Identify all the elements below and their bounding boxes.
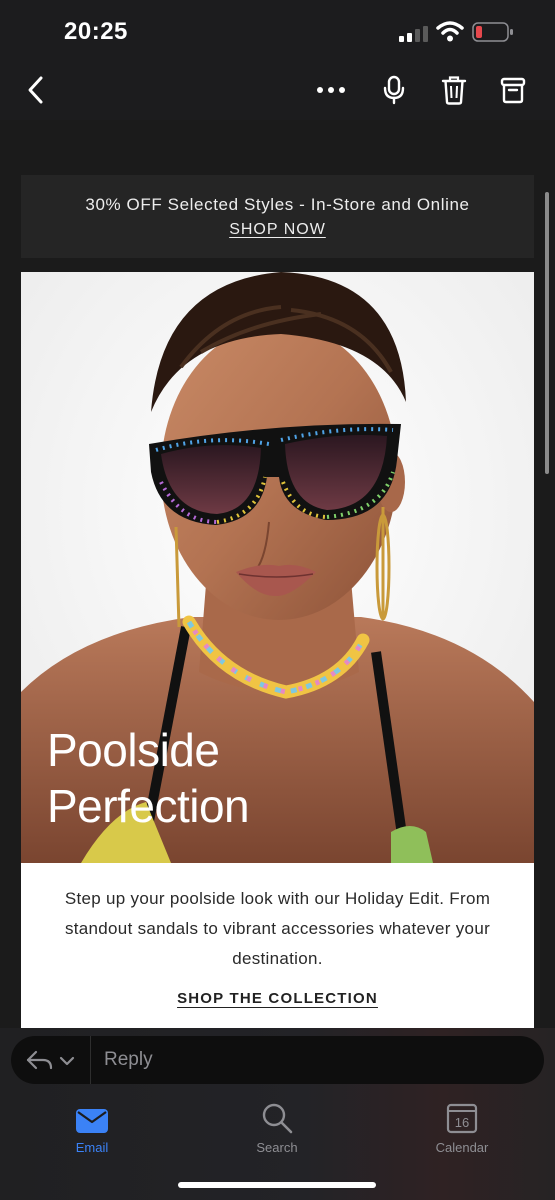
reply-arrow-icon (26, 1050, 53, 1070)
battery-low-icon (472, 22, 513, 42)
email-toolbar (0, 62, 555, 120)
back-chevron-icon (28, 76, 43, 104)
calendar-icon: 16 (446, 1103, 478, 1134)
envelope-icon (76, 1109, 108, 1133)
tab-search-label: Search (256, 1140, 298, 1155)
tab-email-label: Email (75, 1140, 109, 1155)
microphone-icon (383, 75, 405, 105)
reply-divider (90, 1036, 91, 1084)
trash-icon (441, 76, 467, 105)
reply-options-button[interactable] (25, 1048, 83, 1074)
wifi-icon (436, 21, 464, 42)
chevron-down-icon (59, 1056, 75, 1066)
email-copy-section: Step up your poolside look with our Holi… (21, 863, 534, 1028)
bottom-panel: Reply Email Search 16 Calendar (0, 1028, 555, 1200)
voice-button[interactable] (374, 70, 414, 110)
promo-banner: 30% OFF Selected Styles - In-Store and O… (21, 175, 534, 258)
reply-bar[interactable]: Reply (11, 1036, 544, 1084)
status-bar: 20:25 (0, 0, 555, 62)
tab-email[interactable]: Email (42, 1100, 142, 1155)
more-options-button[interactable] (311, 70, 351, 110)
hero-title: Poolside Perfection (47, 722, 250, 834)
email-body-text: Step up your poolside look with our Holi… (64, 889, 491, 968)
tab-calendar-label: Calendar (435, 1140, 489, 1155)
hero-title-line1: Poolside (47, 724, 220, 776)
tab-search[interactable]: Search (227, 1100, 327, 1155)
promo-text: 30% OFF Selected Styles - In-Store and O… (85, 195, 470, 214)
shop-now-link[interactable]: SHOP NOW (229, 221, 326, 239)
archive-button[interactable] (493, 70, 533, 110)
more-icon (317, 87, 345, 93)
delete-button[interactable] (434, 70, 474, 110)
scrollbar[interactable] (545, 192, 549, 474)
shop-collection-link[interactable]: SHOP THE COLLECTION (177, 990, 378, 1007)
status-time: 20:25 (64, 18, 128, 45)
archive-icon (500, 77, 526, 104)
back-button[interactable] (16, 70, 56, 110)
calendar-day: 16 (455, 1115, 469, 1130)
hero-title-line2: Perfection (47, 780, 250, 832)
reply-input[interactable]: Reply (104, 1049, 153, 1071)
tab-calendar[interactable]: 16 Calendar (412, 1100, 512, 1155)
magnifier-icon (262, 1103, 293, 1134)
home-indicator[interactable] (178, 1182, 376, 1188)
hero-image[interactable]: Poolside Perfection (21, 272, 534, 863)
cellular-signal-icon (399, 26, 428, 42)
